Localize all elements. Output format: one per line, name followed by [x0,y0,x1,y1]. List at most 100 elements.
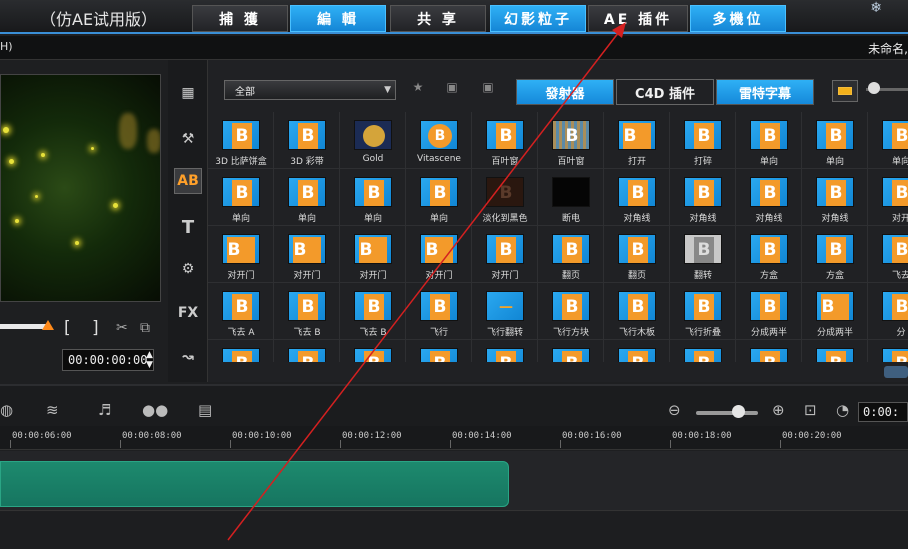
title-icon[interactable]: T [174,214,202,240]
media-icon[interactable]: ▦ [174,80,202,106]
music-icon[interactable]: ♬ [98,401,111,419]
transition-item[interactable]: B 百叶窗 [538,112,604,169]
clock-icon[interactable]: ◔ [836,401,849,419]
transition-item[interactable]: B分 [868,283,908,340]
transition-item[interactable]: B 飞去 A [208,283,274,340]
transition-item[interactable]: B 飞行方块 [538,283,604,340]
scrub-handle[interactable] [42,320,54,330]
transition-item[interactable]: B 对开门 [472,226,538,283]
transition-item[interactable]: B 百叶窗 [472,112,538,169]
apply-random-icon[interactable]: ▣ [440,80,464,100]
transition-item[interactable]: — 飞行翻转 [472,283,538,340]
transition-item[interactable]: B 翻页 [604,226,670,283]
library-filter-dropdown[interactable]: 全部 ▼ [224,80,396,100]
transition-item[interactable]: B 分成两半 [802,283,868,340]
menu-help[interactable]: H) [0,40,13,53]
transition-item[interactable]: B 分成两半 [736,283,802,340]
main-tab-0[interactable]: 捕 獲 [192,5,288,32]
view-mode-button[interactable] [832,80,858,102]
transition-item[interactable]: B 飞去 B [274,283,340,340]
path-icon[interactable]: ↝ [174,344,202,370]
transition-item[interactable]: B 3D 比萨饼盒 [208,112,274,169]
apply-current-icon[interactable]: ▣ [476,80,500,100]
zoom-slider-knob[interactable] [732,405,745,418]
zoom-slider[interactable] [696,411,758,415]
transition-item[interactable]: B 飞去 B [340,283,406,340]
instant-project-icon[interactable]: ⚒ [174,126,202,152]
cut-icon[interactable]: ✂ [116,320,128,336]
add-favorite-icon[interactable]: ★ [406,80,430,100]
transition-item[interactable]: B 对开门 [274,226,340,283]
transition-item[interactable]: B [472,340,538,362]
transition-item[interactable]: B [538,340,604,362]
fit-timeline-icon[interactable]: ⊡ [804,401,817,419]
category-tab-1[interactable]: C4D 插件 [616,79,714,105]
zoom-out-icon[interactable]: ⊖ [668,401,681,419]
category-tab-0[interactable]: 發射器 [516,79,614,105]
transition-item[interactable]: B 对开门 [406,226,472,283]
transition-item[interactable]: B [868,340,908,362]
transition-item[interactable]: B 单向 [208,169,274,226]
transition-item[interactable]: B 对角线 [802,169,868,226]
grid-scrollbar[interactable] [884,366,908,378]
copy-icon[interactable]: ⧉ [140,320,150,336]
snowflake-icon[interactable]: ❄ [870,0,882,16]
transition-item[interactable]: B 飞行木板 [604,283,670,340]
transition-item[interactable]: B 对开 [868,169,908,226]
transition-item[interactable]: B 打碎 [670,112,736,169]
main-tab-3[interactable]: 幻影粒子 [490,5,586,32]
mix-icon[interactable]: ◍ [0,401,13,419]
transition-item[interactable]: B 单向 [802,112,868,169]
transition-item[interactable]: B 单向 [736,112,802,169]
record-icon[interactable]: ●● [142,401,168,419]
transition-icon[interactable]: AB [174,168,202,194]
graphics-icon[interactable]: ⚙ [174,256,202,282]
zoom-in-icon[interactable]: ⊕ [772,401,785,419]
transition-item[interactable]: B 断电 [538,169,604,226]
preview-timecode[interactable]: 00:00:00:00 [62,349,154,371]
transition-item[interactable]: B [604,340,670,362]
scrub-bar[interactable] [0,324,48,329]
transition-item[interactable]: B [736,340,802,362]
transition-item[interactable]: B 单向 [340,169,406,226]
transition-item[interactable]: B 翻转 [670,226,736,283]
video-clip[interactable] [0,461,509,507]
subtitle-icon[interactable]: ▤ [198,401,212,419]
transition-item[interactable]: B 飞行 [406,283,472,340]
transition-item[interactable]: B 对角线 [736,169,802,226]
main-tab-2[interactable]: 共 享 [390,5,486,32]
main-tab-5[interactable]: 多機位 [690,5,786,32]
audio-wave-icon[interactable]: ≋ [46,401,59,419]
timeline-timecode[interactable]: 0:00: [858,402,908,422]
transition-item[interactable]: B 对角线 [670,169,736,226]
transition-item[interactable]: B 单向 [274,169,340,226]
transition-item[interactable]: B [208,340,274,362]
transition-item[interactable]: B 翻页 [538,226,604,283]
main-tab-1[interactable]: 編 輯 [290,5,386,32]
transition-item[interactable]: B [340,340,406,362]
preview-window[interactable] [0,74,161,302]
transition-item[interactable]: B [802,340,868,362]
transition-item[interactable]: B 单向 [868,112,908,169]
transition-item[interactable]: B 对角线 [604,169,670,226]
transition-item[interactable]: B 方盒 [802,226,868,283]
transition-item[interactable]: B 方盒 [736,226,802,283]
fx-icon[interactable]: FX [174,300,202,326]
transition-item[interactable]: B [274,340,340,362]
mark-out-icon[interactable]: ] [92,318,99,338]
transition-item[interactable]: B [670,340,736,362]
transition-item[interactable]: B 飞去 [868,226,908,283]
category-tab-2[interactable]: 雷特字幕 [716,79,814,105]
transition-item[interactable]: B [406,340,472,362]
mark-in-icon[interactable]: [ [64,318,71,338]
transition-item[interactable]: B 淡化到黑色 [472,169,538,226]
transition-item[interactable]: B Vitascene [406,112,472,169]
main-tab-4[interactable]: AE 插件 [588,5,688,32]
transition-item[interactable]: B 飞行折叠 [670,283,736,340]
transition-item[interactable]: B 对开门 [208,226,274,283]
timecode-stepper-icon[interactable]: ▲ ▼ [146,350,153,370]
transition-item[interactable]: Gold [340,112,406,169]
overlay-track[interactable] [0,512,908,549]
thumbnail-size-knob[interactable] [868,82,880,94]
transition-item[interactable]: B 单向 [406,169,472,226]
